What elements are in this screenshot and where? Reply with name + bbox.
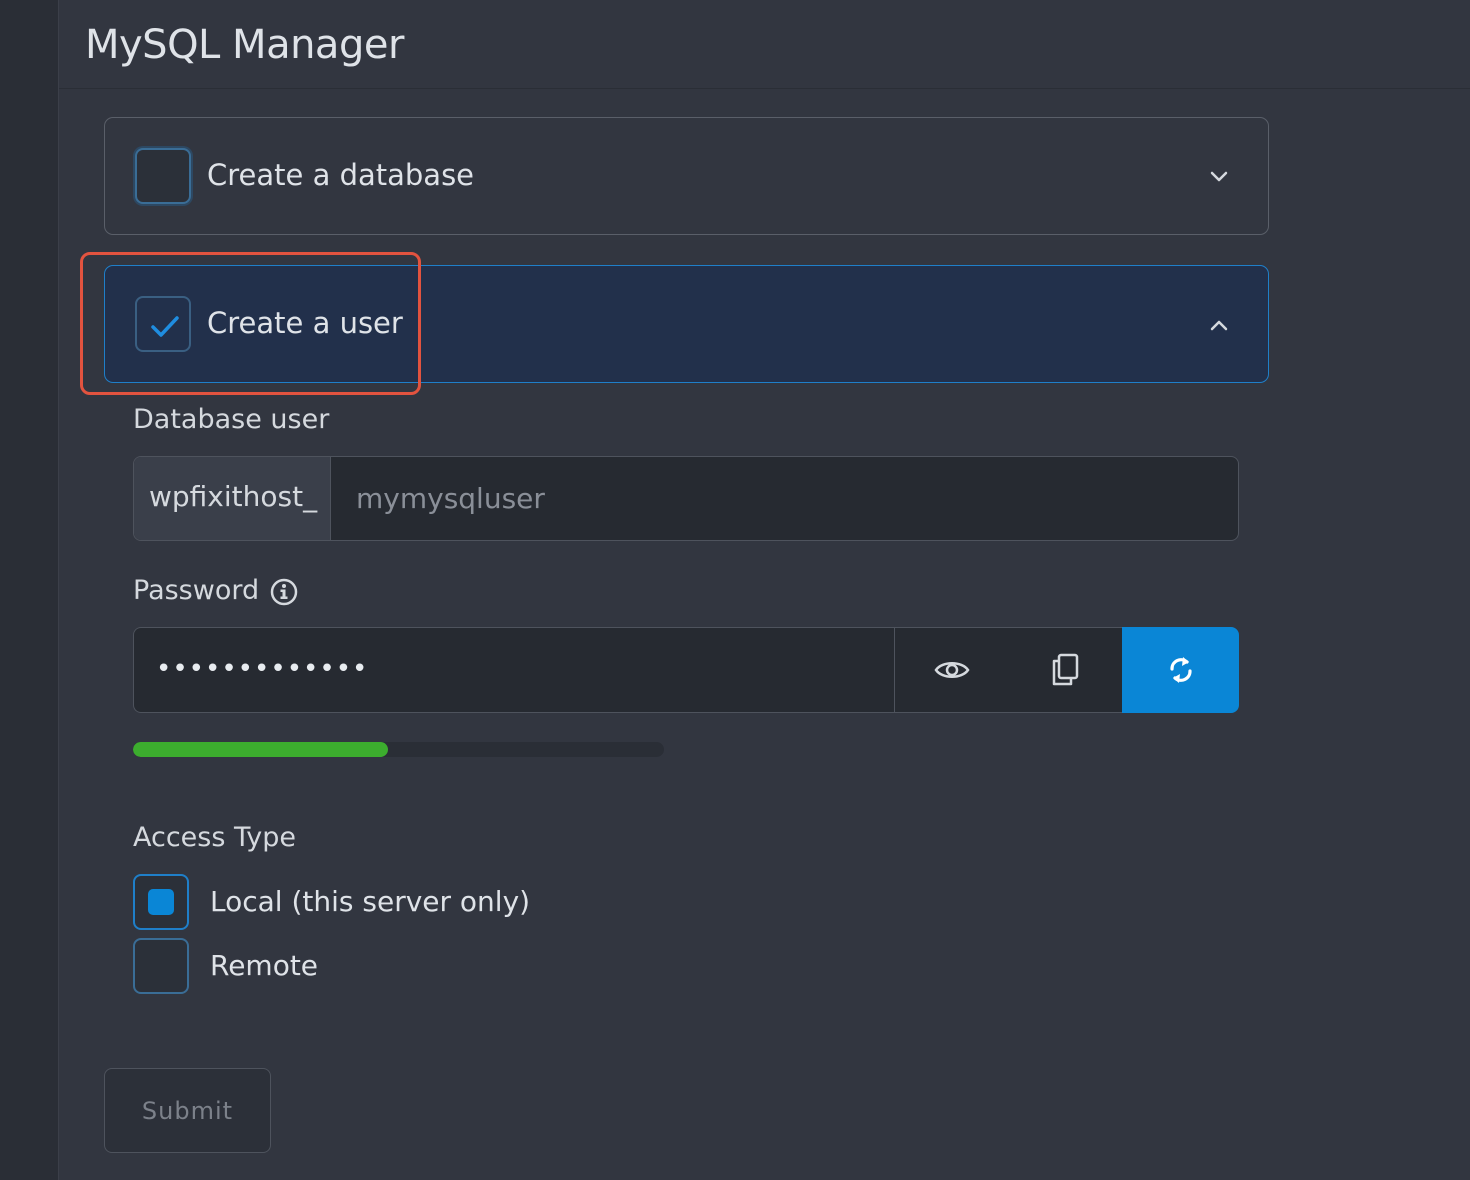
mysql-manager-panel: MySQL Manager Create a database Create a… [58,0,1470,1180]
access-local-label[interactable]: Local (this server only) [210,885,530,918]
checkmark-icon [151,316,179,337]
refresh-icon [1169,657,1192,683]
create-user-checkbox[interactable] [135,296,191,352]
regenerate-password-button[interactable] [1122,627,1239,713]
info-icon[interactable] [269,577,299,607]
access-remote-radio[interactable] [133,938,189,994]
title-divider [59,88,1470,89]
password-label: Password [133,575,260,606]
create-user-label: Create a user [207,306,403,340]
copy-icon [1052,653,1079,686]
radio-selected-dot [148,889,174,915]
password-strength-bar [133,742,664,757]
database-user-prefix: wpfixithost_ [134,457,331,540]
create-database-checkbox[interactable] [135,148,191,204]
password-input-group: ••••••••••••• [133,627,1239,713]
page-title: MySQL Manager [85,22,404,68]
left-sidebar-strip [0,0,58,1180]
copy-password-button[interactable] [1008,627,1123,713]
create-database-label: Create a database [207,158,475,192]
password-strength-fill [133,742,388,757]
access-remote-label[interactable]: Remote [210,949,318,982]
password-input[interactable]: ••••••••••••• [133,627,895,713]
database-user-input-group: wpfixithost_ [133,456,1239,541]
database-user-label: Database user [133,404,330,435]
chevron-down-icon[interactable] [1208,166,1230,188]
access-type-label: Access Type [133,822,297,853]
show-password-button[interactable] [894,627,1009,713]
create-user-section[interactable]: Create a user [104,265,1269,383]
create-database-section[interactable]: Create a database [104,117,1269,235]
database-user-input[interactable] [332,457,1238,540]
submit-button[interactable]: Submit [104,1068,271,1153]
access-local-radio[interactable] [133,874,189,930]
eye-icon [933,662,970,678]
chevron-up-icon[interactable] [1208,314,1230,336]
